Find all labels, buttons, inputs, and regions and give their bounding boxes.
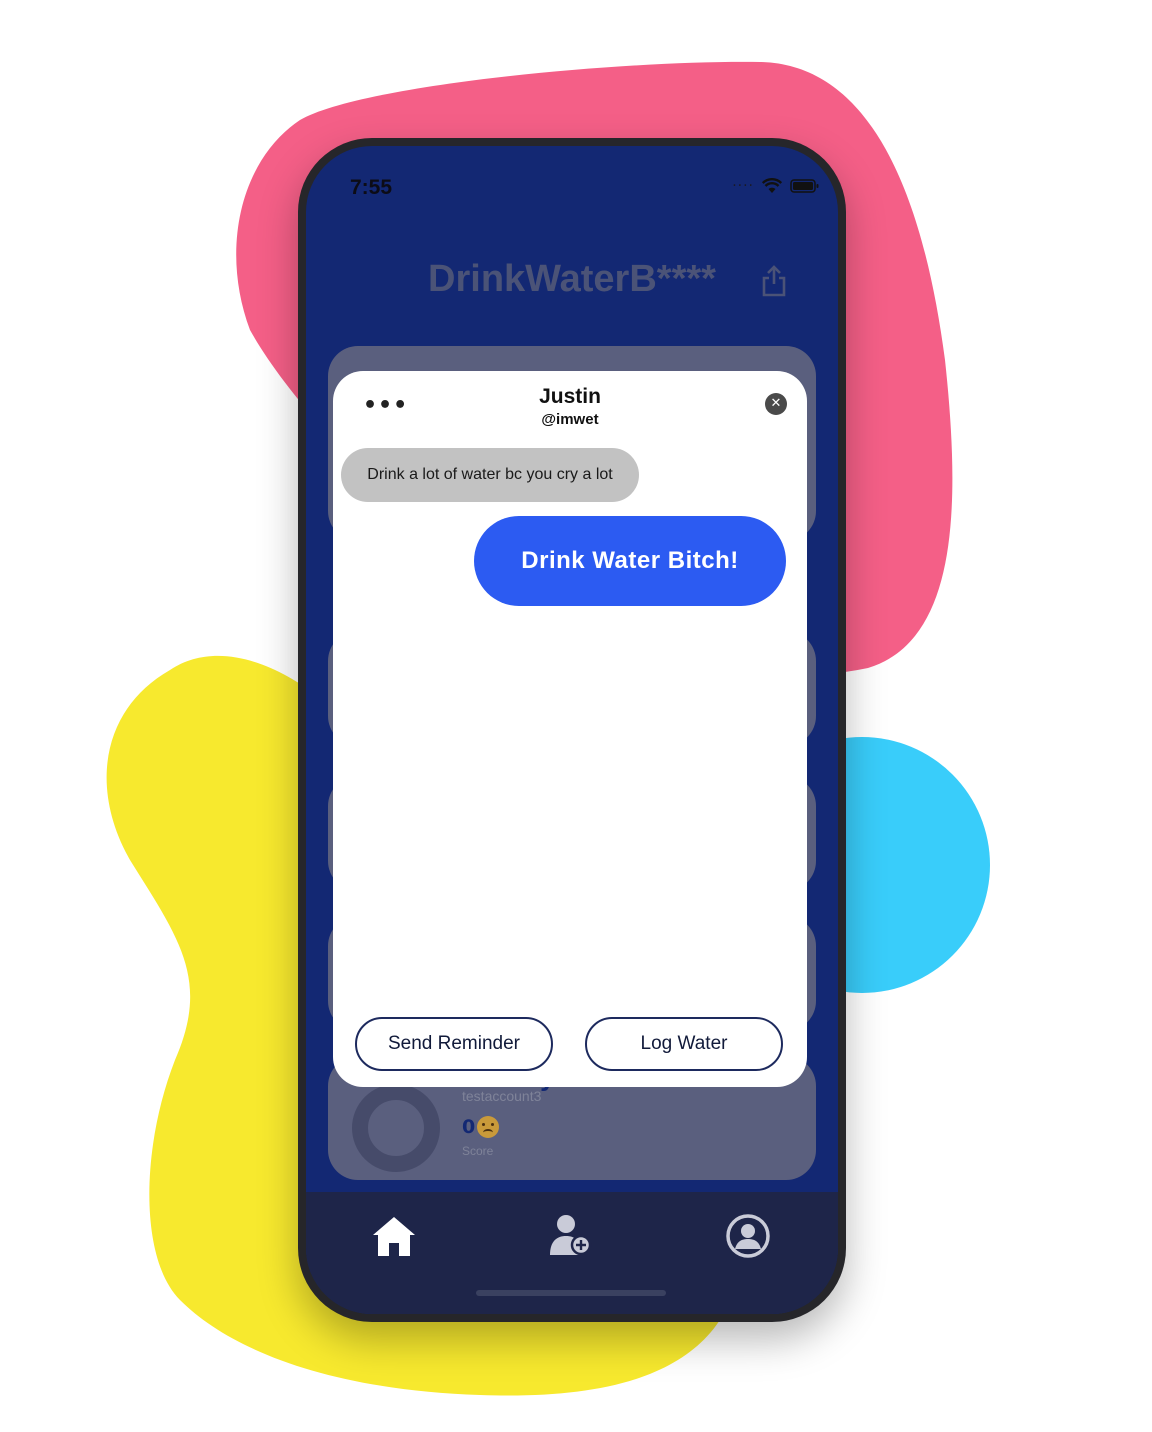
log-water-button[interactable]: Log Water bbox=[585, 1017, 783, 1071]
friend-chat-modal: ••• Justin @imwet ✕ Drink a lot of water… bbox=[333, 371, 807, 1087]
status-icons: ···· bbox=[732, 178, 820, 194]
score-label: Score bbox=[462, 1144, 494, 1158]
score-value: 0 bbox=[462, 1116, 476, 1138]
profile-icon bbox=[726, 1214, 770, 1258]
share-icon[interactable] bbox=[760, 264, 788, 298]
add-friend-icon bbox=[550, 1215, 592, 1256]
sent-message: Drink Water Bitch! bbox=[474, 516, 786, 606]
friend-username: testaccount3 bbox=[462, 1088, 542, 1104]
tab-profile[interactable] bbox=[718, 1208, 778, 1264]
home-icon bbox=[373, 1217, 415, 1256]
phone-frame: 7:55 ···· DrinkWaterB**** Larry bbox=[298, 138, 846, 1322]
progress-ring bbox=[352, 1084, 440, 1172]
friend-score: 0 bbox=[462, 1116, 500, 1138]
modal-friend-handle: @imwet bbox=[541, 411, 599, 428]
signal-icon: ···· bbox=[732, 178, 754, 194]
close-icon[interactable]: ✕ bbox=[765, 393, 787, 415]
tab-home[interactable] bbox=[364, 1208, 424, 1264]
send-reminder-button[interactable]: Send Reminder bbox=[355, 1017, 553, 1071]
status-time: 7:55 bbox=[350, 176, 393, 199]
battery-icon bbox=[790, 179, 819, 193]
sad-face-icon bbox=[477, 1116, 500, 1138]
modal-friend-name: Justin bbox=[539, 385, 601, 408]
app-title: DrinkWaterB**** bbox=[428, 258, 716, 300]
received-message: Drink a lot of water bc you cry a lot bbox=[341, 448, 639, 502]
home-indicator bbox=[476, 1290, 666, 1296]
wifi-icon bbox=[762, 178, 782, 193]
tab-bar bbox=[306, 1192, 838, 1314]
app-screen: 7:55 ···· DrinkWaterB**** Larry bbox=[306, 146, 838, 1314]
tab-add-friend[interactable] bbox=[540, 1208, 600, 1264]
